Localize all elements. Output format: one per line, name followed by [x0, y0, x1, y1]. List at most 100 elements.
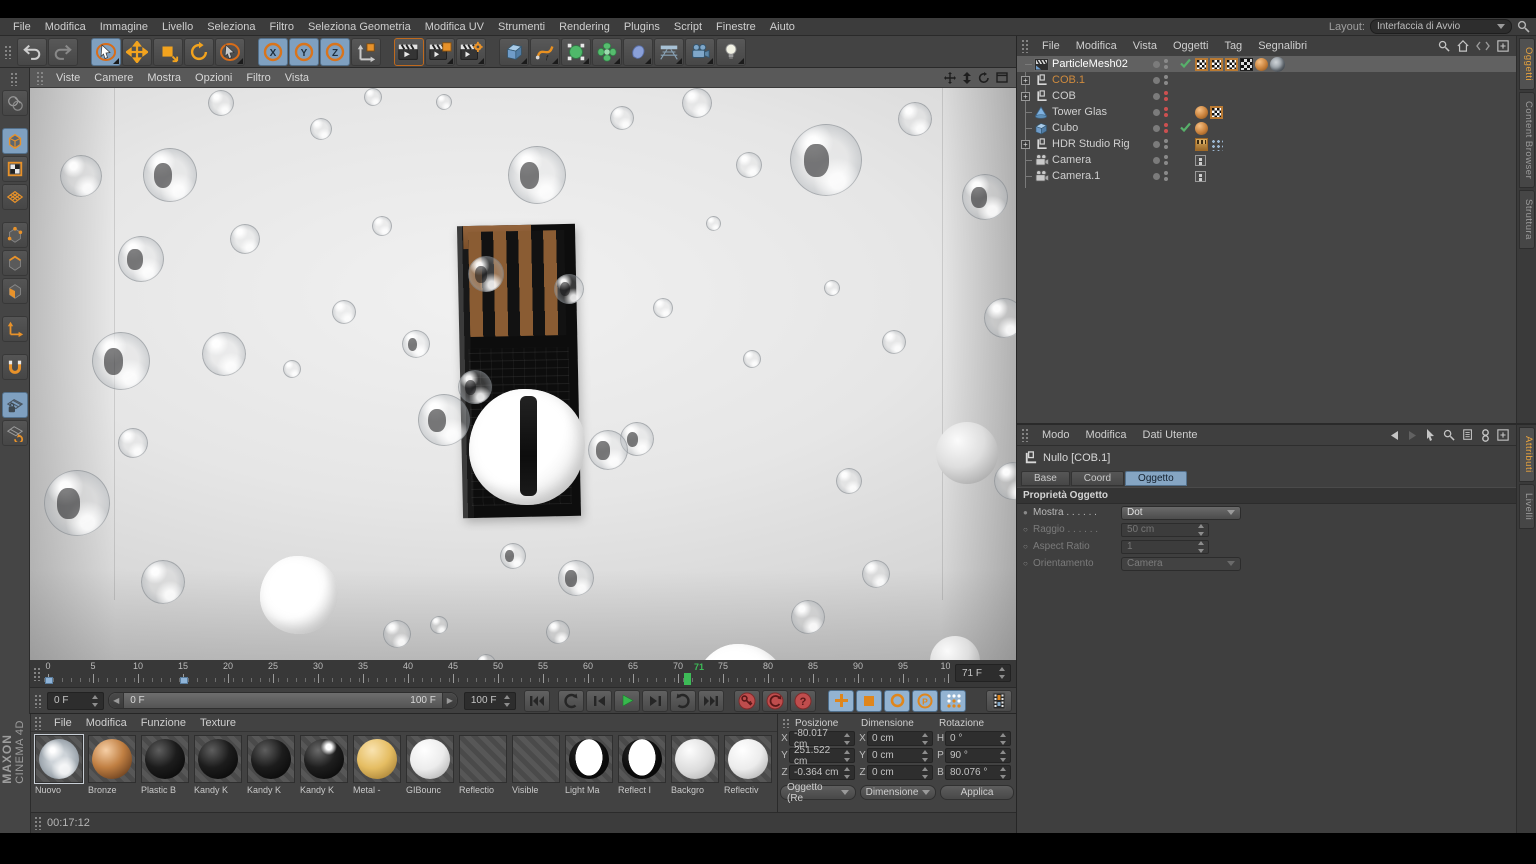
pan-view-icon[interactable] — [944, 71, 956, 84]
material-thumbnail[interactable] — [141, 735, 189, 783]
menu-item-opzioni[interactable]: Opzioni — [188, 70, 239, 86]
object-name[interactable]: Cubo — [1052, 122, 1078, 134]
enabled-check-icon[interactable] — [1180, 58, 1191, 68]
expand-plus-icon[interactable]: + — [1021, 76, 1030, 85]
envsphere-tag[interactable] — [1270, 56, 1285, 72]
open-timeline-button[interactable] — [986, 689, 1013, 712]
render-view-button[interactable] — [394, 37, 424, 66]
menu-item-modifica[interactable]: Modifica — [1068, 38, 1125, 54]
add-spline-button[interactable]: f — [530, 37, 560, 66]
last-used-tool-button[interactable] — [215, 37, 245, 66]
rotate-tool-button[interactable] — [184, 37, 214, 66]
menu-item-filtro[interactable]: Filtro — [263, 19, 301, 35]
make-editable-button[interactable] — [1, 90, 28, 116]
position-value-field[interactable]: -0.364 cm — [789, 765, 855, 780]
key-position-toggle[interactable] — [828, 689, 855, 712]
ruler-grip[interactable] — [33, 667, 42, 681]
key-scale-toggle[interactable] — [856, 689, 883, 712]
goto-end-button[interactable] — [698, 689, 725, 712]
object-row-cob-1[interactable]: + COB.1 — [1017, 72, 1517, 88]
manager-tab-content-browser[interactable]: Content Browser — [1519, 92, 1535, 189]
material-thumbnail[interactable] — [512, 735, 560, 783]
key-rotation-toggle[interactable] — [884, 689, 911, 712]
material-item[interactable]: Reflectiv — [723, 735, 773, 812]
menu-item-mostra[interactable]: Mostra — [140, 70, 188, 86]
menu-item-modifica-uv[interactable]: Modifica UV — [418, 19, 491, 35]
tab-coord[interactable]: Coord — [1070, 471, 1125, 486]
editor-render-visibility-dots[interactable] — [1164, 59, 1168, 69]
material-thumbnail[interactable] — [34, 734, 84, 784]
keyframe-marker[interactable] — [45, 677, 53, 684]
menu-item-aiuto[interactable]: Aiuto — [763, 19, 802, 35]
render-settings-button[interactable] — [456, 37, 486, 66]
start-frame-field[interactable]: 0 F — [47, 691, 105, 710]
range-end-grip[interactable]: ▶ — [441, 693, 457, 708]
material-item[interactable]: Plastic B — [140, 735, 190, 812]
size-mode-dropdown[interactable]: Dimensione — [860, 785, 936, 800]
coordinate-system-button[interactable] — [351, 37, 381, 66]
layout-dropdown[interactable]: Interfaccia di Avvio — [1370, 19, 1512, 34]
animation-dot[interactable]: ● — [1023, 508, 1033, 517]
edges-mode-button[interactable] — [1, 250, 28, 276]
field-dropdown[interactable]: Dot — [1121, 505, 1241, 520]
editor-render-visibility-dots[interactable] — [1164, 139, 1168, 149]
editor-render-visibility-dots[interactable] — [1164, 171, 1168, 181]
material-item[interactable]: Bronze — [87, 735, 137, 812]
texture-axis-mode-button[interactable] — [1, 184, 28, 210]
manager-tab-oggetti[interactable]: Oggetti — [1519, 38, 1535, 91]
menu-item-modifica[interactable]: Modifica — [1078, 427, 1135, 443]
live-selection-button[interactable] — [91, 37, 121, 66]
checker-tag[interactable] — [1225, 57, 1238, 71]
undo-button[interactable] — [17, 37, 47, 66]
layer-dot[interactable] — [1153, 124, 1160, 132]
material-item[interactable]: Kandy K — [193, 735, 243, 812]
visibility-dots[interactable] — [1153, 75, 1168, 85]
expand-toggle[interactable]: + — [1017, 88, 1033, 104]
protection-tag[interactable] — [1195, 170, 1206, 182]
tab-base[interactable]: Base — [1021, 471, 1070, 486]
visibility-dots[interactable] — [1153, 155, 1168, 165]
record-keyframe-button[interactable] — [734, 689, 761, 712]
rotation-value-field[interactable]: 0 ° — [945, 731, 1011, 746]
material-thumbnail[interactable] — [88, 735, 136, 783]
play-forwards-button[interactable] — [670, 689, 697, 712]
editor-render-visibility-dots[interactable] — [1164, 91, 1168, 101]
end-frame-spinner[interactable] — [503, 694, 512, 707]
lock-workplane-button[interactable] — [1, 420, 28, 446]
expression-tag[interactable] — [1210, 137, 1223, 151]
material-item[interactable]: Light Ma — [564, 735, 614, 812]
expand-toggle[interactable]: + — [1017, 72, 1033, 88]
toolbar-grip[interactable] — [4, 44, 13, 59]
menu-item-camere[interactable]: Camere — [87, 70, 140, 86]
playhead[interactable] — [684, 673, 691, 685]
scale-tool-button[interactable] — [153, 37, 183, 66]
dolly-view-icon[interactable] — [962, 71, 972, 84]
position-value-field[interactable]: 251.522 cm — [789, 745, 855, 767]
history-back-icon[interactable] — [1389, 430, 1400, 441]
material-item[interactable]: Nuovo — [34, 734, 84, 812]
axis-mode-button[interactable] — [1, 316, 28, 342]
add-generator-button[interactable] — [561, 37, 591, 66]
play-button[interactable] — [614, 689, 641, 712]
new-panel-icon[interactable] — [1497, 40, 1509, 52]
workplane-mode-button[interactable] — [1, 392, 28, 418]
search-icon[interactable] — [1438, 40, 1450, 52]
link-icon[interactable] — [1481, 428, 1490, 442]
value-spinner[interactable] — [843, 766, 852, 779]
attribute-section-header[interactable]: Proprietà Oggetto — [1017, 487, 1536, 504]
material-thumbnail[interactable] — [565, 735, 613, 783]
object-name[interactable]: Tower Glas — [1052, 106, 1107, 118]
material-thumbnail[interactable] — [353, 735, 401, 783]
goto-start-button[interactable] — [524, 689, 551, 712]
menu-item-file[interactable]: File — [1034, 38, 1068, 54]
checker-tag[interactable] — [1210, 57, 1223, 71]
layer-dot[interactable] — [1153, 76, 1160, 84]
viewport-3d-scene[interactable] — [30, 88, 1016, 660]
menu-item-texture[interactable]: Texture — [193, 715, 243, 731]
frame-range-slider[interactable]: ◀ 0 F 100 F ▶ — [108, 692, 458, 709]
checker-tag[interactable] — [1195, 57, 1208, 71]
attribute-tab-attributi[interactable]: Attributi — [1519, 427, 1535, 482]
visibility-dots[interactable] — [1153, 139, 1168, 149]
toggle-view-icon[interactable] — [996, 72, 1008, 83]
menu-item-seleziona-geometria[interactable]: Seleziona Geometria — [301, 19, 418, 35]
